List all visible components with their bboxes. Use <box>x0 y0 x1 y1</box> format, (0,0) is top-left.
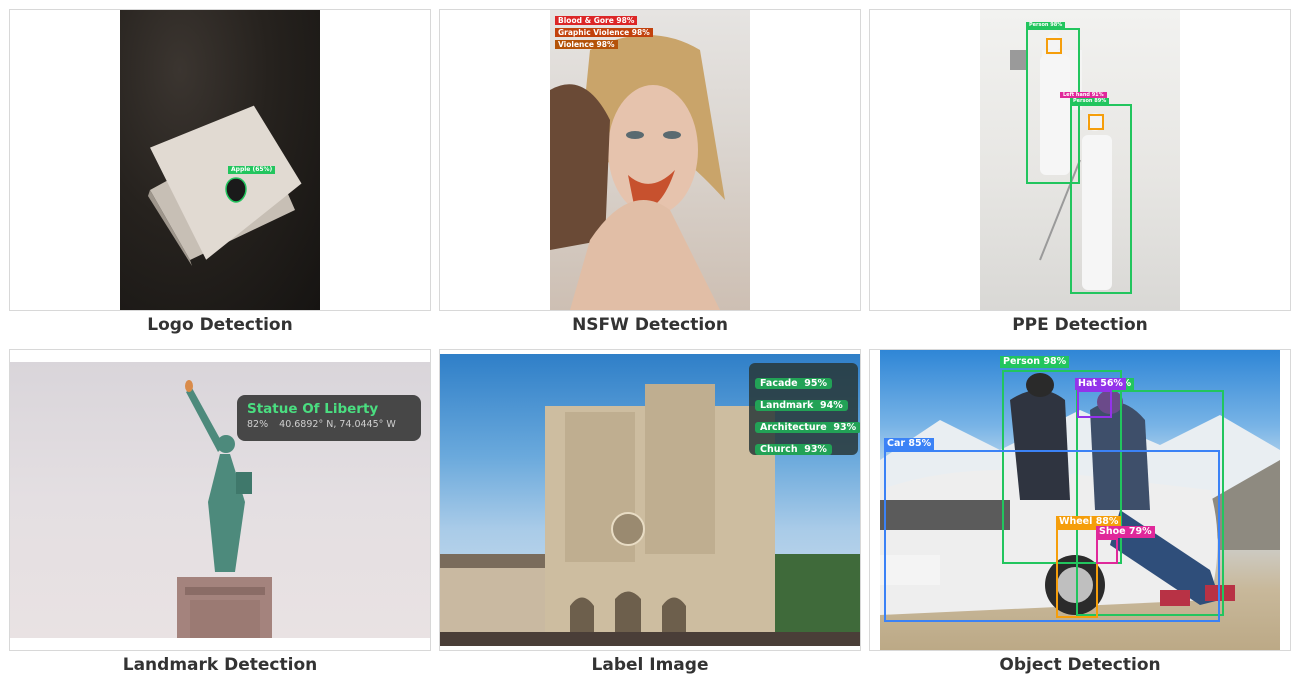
landmark-coordinates: 40.6892° N, 74.0445° W <box>279 419 396 430</box>
card-logo-detection[interactable]: Apple (65%) <box>9 9 431 311</box>
label-chip-landmark: Landmark 94% <box>755 400 848 411</box>
laptop-illustration <box>148 105 302 266</box>
caption-ppe-detection[interactable]: PPE Detection <box>869 315 1291 335</box>
nsfw-sample-image: Blood & Gore 98% Graphic Violence 98% Vi… <box>550 10 750 310</box>
landmark-confidence: 82% <box>247 419 269 430</box>
ppe-hardhat-box-1 <box>1046 38 1062 54</box>
card-label-image[interactable]: Facade 95% Landmark 94% Architecture 93%… <box>439 349 861 651</box>
portrait-illustration <box>550 35 725 310</box>
obj-wheel-box <box>1056 528 1098 618</box>
card-ppe-detection[interactable]: Person 98% Left hand 91% Person 89% <box>869 9 1291 311</box>
label-chip-architecture: Architecture 93% <box>755 422 860 433</box>
object-sample-image: Person 98% 8% Hat 56% Car 85% Wheel 88% … <box>880 350 1280 650</box>
caption-object-detection[interactable]: Object Detection <box>869 655 1291 675</box>
caption-logo-detection[interactable]: Logo Detection <box>9 315 431 335</box>
ppe-hardhat-box-2 <box>1088 114 1104 130</box>
label-chip-church: Church 93% <box>755 444 832 455</box>
nsfw-tag-graphic-violence: Graphic Violence 98% <box>555 28 653 38</box>
label-results-panel: Facade 95% Landmark 94% Architecture 93%… <box>749 363 860 455</box>
caption-nsfw-detection[interactable]: NSFW Detection <box>439 315 861 335</box>
label-sample-image: Facade 95% Landmark 94% Architecture 93%… <box>440 354 860 646</box>
ppe-tag-person-2: Person 89% <box>1070 98 1110 105</box>
logo-sample-image: Apple (65%) <box>120 10 320 310</box>
nsfw-tag-blood: Blood & Gore 98% <box>555 16 638 26</box>
card-nsfw-detection[interactable]: Blood & Gore 98% Graphic Violence 98% Vi… <box>439 9 861 311</box>
ppe-sample-image: Person 98% Left hand 91% Person 89% <box>980 10 1180 310</box>
obj-tag-person: Person 98% <box>1000 356 1070 368</box>
obj-tag-shoe: Shoe 79% <box>1096 526 1155 538</box>
landmark-sample-image: Statue Of Liberty 82% 40.6892° N, 74.044… <box>10 362 430 638</box>
card-landmark-detection[interactable]: Statue Of Liberty 82% 40.6892° N, 74.044… <box>9 349 431 651</box>
caption-landmark-detection[interactable]: Landmark Detection <box>9 655 431 675</box>
obj-shoe-box <box>1096 538 1118 564</box>
obj-hat-box <box>1077 390 1112 418</box>
card-object-detection[interactable]: Person 98% 8% Hat 56% Car 85% Wheel 88% … <box>869 349 1291 651</box>
landmark-meta: 82% 40.6892° N, 74.0445° W <box>247 419 411 430</box>
ppe-tag-person-1: Person 98% <box>1026 22 1066 29</box>
nsfw-tag-violence: Violence 98% <box>555 40 618 50</box>
obj-tag-hat: Hat 56% <box>1075 378 1126 390</box>
landmark-name: Statue Of Liberty <box>247 401 379 417</box>
landmark-info-panel: Statue Of Liberty 82% 40.6892° N, 74.044… <box>237 395 421 441</box>
logo-tag: Apple (65%) <box>228 166 276 174</box>
obj-car-box <box>884 450 1220 622</box>
obj-tag-car: Car 85% <box>884 438 935 450</box>
caption-label-image[interactable]: Label Image <box>439 655 861 675</box>
ppe-person-box-2 <box>1070 104 1132 294</box>
label-chip-facade: Facade 95% <box>755 378 833 389</box>
